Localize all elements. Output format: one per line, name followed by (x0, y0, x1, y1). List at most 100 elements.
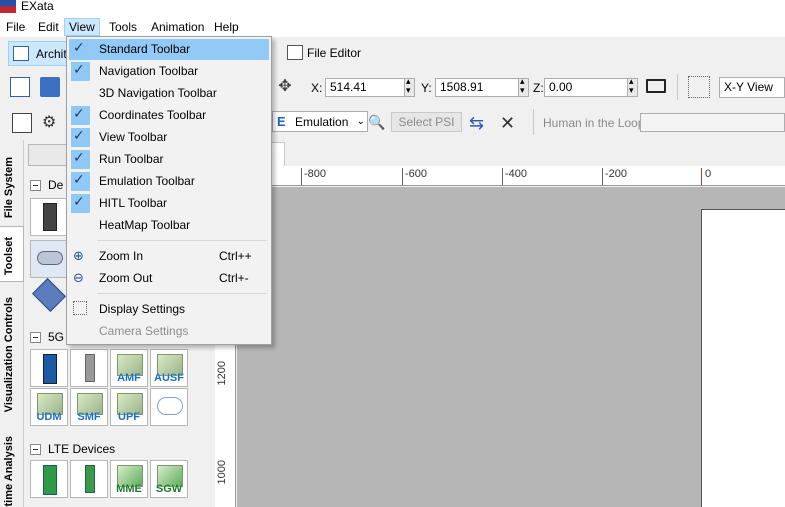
grid-settings-icon[interactable] (688, 76, 710, 98)
hitl-label: Human in the Loop: (543, 116, 648, 130)
title-bar: EXata (0, 0, 785, 17)
ruler-label: -400 (505, 168, 528, 180)
menu-item-coordinates-toolbar[interactable]: ✓ Coordinates Toolbar (69, 105, 269, 126)
menu-file[interactable]: File (2, 18, 29, 36)
menu-edit[interactable]: Edit (34, 18, 63, 36)
z-spinner[interactable] (627, 76, 638, 97)
menu-tools[interactable]: Tools (105, 18, 141, 36)
y-spinner[interactable] (518, 76, 529, 97)
run-settings-icon[interactable] (12, 113, 32, 133)
tool-lte-ue[interactable] (30, 460, 68, 498)
device-tool-router[interactable] (30, 240, 68, 278)
menu-item-display-settings[interactable]: Display Settings (69, 299, 269, 320)
antenna-tower-icon (85, 354, 95, 382)
menu-item-label: Emulation Toolbar (99, 174, 195, 188)
open-folder-icon[interactable] (40, 77, 60, 97)
exchange-arrows-icon[interactable]: ⇆ (469, 114, 489, 134)
menu-item-zoom-out[interactable]: ⊖ Zoom Out Ctrl+- (69, 268, 269, 289)
select-psi-button[interactable]: Select PSI (391, 112, 462, 132)
ruler-measure-icon[interactable] (646, 79, 666, 93)
menu-item-heatmap-toolbar[interactable]: HeatMap Toolbar (69, 215, 269, 236)
smartphone-icon (43, 354, 57, 384)
x-spinner[interactable] (404, 76, 415, 97)
view-mode-select[interactable]: X-Y View (719, 77, 785, 98)
tab-visualization-controls[interactable]: Visualization Controls (0, 286, 24, 416)
tool-tag: AUSF (154, 372, 184, 384)
tool-tag: AMF (117, 372, 141, 384)
antenna-tower-icon (85, 465, 95, 493)
checkmark-icon: ✓ (73, 193, 85, 209)
rotate-3d-icon[interactable]: ✥ (275, 77, 295, 97)
menu-item-label: Display Settings (99, 302, 186, 316)
tool-mme[interactable]: MME (110, 460, 148, 498)
tool-sgw[interactable]: SGW (150, 460, 188, 498)
ruler-label: -600 (405, 168, 428, 180)
menu-item-emulation-toolbar[interactable]: ✓ Emulation Toolbar (69, 171, 269, 192)
terrain-boundary (701, 209, 785, 507)
zoom-in-icon: ⊕ (73, 248, 84, 263)
menu-item-3d-navigation-toolbar[interactable]: 3D Navigation Toolbar (69, 83, 269, 104)
device-tool-satellite[interactable] (30, 278, 68, 318)
chevron-down-icon: ⌄ (356, 116, 365, 127)
file-editor-label: File Editor (307, 46, 362, 60)
new-scenario-icon[interactable] (10, 77, 30, 97)
menu-animation[interactable]: Animation (147, 18, 208, 36)
z-coordinate-field[interactable]: 0.00 (544, 78, 628, 97)
architect-label: Archit (36, 47, 67, 61)
phone-icon (43, 203, 57, 231)
menu-item-label: Run Toolbar (99, 152, 164, 166)
menu-view[interactable]: View (64, 18, 100, 36)
menu-item-standard-toolbar[interactable]: ✓ Standard Toolbar (69, 39, 269, 60)
tool-udm[interactable]: UDM (30, 388, 68, 426)
tool-smf[interactable]: SMF (70, 388, 108, 426)
menu-item-zoom-in[interactable]: ⊕ Zoom In Ctrl++ (69, 246, 269, 267)
menu-item-label: Standard Toolbar (99, 42, 191, 56)
tool-ausf[interactable]: AUSF (150, 349, 188, 387)
menu-item-run-toolbar[interactable]: ✓ Run Toolbar (69, 149, 269, 170)
menu-item-camera-settings[interactable]: Camera Settings (69, 321, 269, 342)
menu-item-label: Camera Settings (99, 324, 189, 338)
menu-help[interactable]: Help (210, 18, 243, 36)
menu-item-navigation-toolbar[interactable]: ✓ Navigation Toolbar (69, 61, 269, 82)
ruler-label: 1000 (216, 460, 228, 485)
tab-label: Visualization Controls (3, 296, 15, 412)
tab-file-system[interactable]: File System (0, 146, 24, 224)
y-coordinate-field[interactable]: 1508.91 (435, 78, 519, 97)
section-label: 5G (48, 330, 65, 344)
tool-5g-gnb[interactable] (70, 349, 108, 387)
toolbar-separator (677, 74, 678, 100)
x-coordinate-field[interactable]: 514.41 (325, 78, 405, 97)
device-tool-phone[interactable] (30, 198, 68, 236)
smartphone-icon (43, 465, 57, 495)
architect-button[interactable]: Archit (8, 41, 70, 66)
tool-lte-enb[interactable] (70, 460, 108, 498)
tab-toolset[interactable]: Toolset (0, 226, 24, 282)
menu-item-view-toolbar[interactable]: ✓ View Toolbar (69, 127, 269, 148)
file-editor-button[interactable]: File Editor (284, 41, 374, 65)
gear-icon[interactable]: ⚙ (42, 113, 62, 133)
menu-item-hitl-toolbar[interactable]: ✓ HITL Toolbar (69, 193, 269, 214)
ruler-origin-tick (701, 168, 702, 185)
tab-time-analysis[interactable]: time Analysis (0, 422, 24, 507)
menu-separator (97, 293, 267, 294)
x-label: X: (311, 81, 323, 95)
hitl-input[interactable] (640, 113, 785, 132)
app-logo-icon (0, 0, 16, 13)
menu-item-shortcut: Ctrl+- (219, 271, 249, 285)
menu-item-label: Zoom Out (99, 271, 153, 285)
satellite-icon (32, 278, 66, 312)
tool-upf[interactable]: UPF (110, 388, 148, 426)
ruler-label: 1200 (216, 361, 228, 386)
tool-5g-ue[interactable] (30, 349, 68, 387)
tool-cloud[interactable] (150, 388, 188, 426)
tools-wrench-icon[interactable]: ✕ (500, 113, 520, 133)
collapse-icon (30, 444, 41, 455)
emulation-label: Emulation (295, 115, 349, 129)
search-psi-icon[interactable]: 🔍 (368, 113, 388, 133)
emulation-e-icon: E (277, 114, 286, 129)
checkmark-icon: ✓ (73, 149, 85, 165)
emulation-select[interactable]: E Emulation ⌄ (272, 111, 368, 132)
menu-item-label: Coordinates Toolbar (99, 108, 207, 122)
tab-label: File System (3, 156, 15, 218)
tool-amf[interactable]: AMF (110, 349, 148, 387)
